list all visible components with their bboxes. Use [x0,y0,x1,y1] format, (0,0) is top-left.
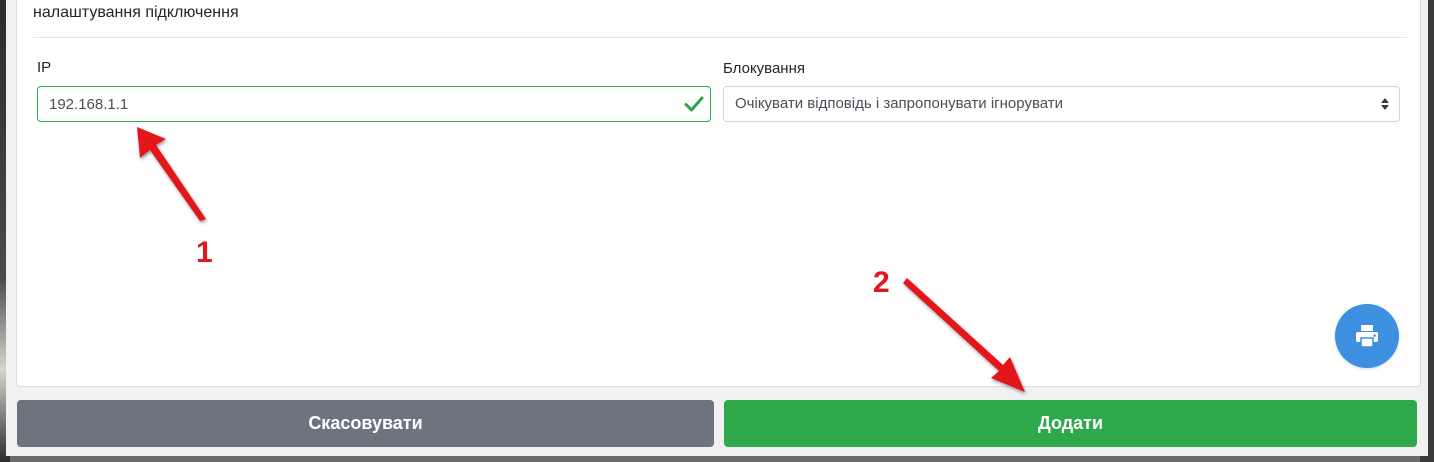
select-caret-icon [1381,98,1389,110]
cancel-button[interactable]: Скасовувати [17,400,714,447]
blocking-select[interactable]: Очікувати відповідь і запропонувати ігно… [723,86,1400,122]
ip-label: IP [37,59,52,76]
printer-icon [1356,325,1378,348]
add-button[interactable]: Додати [724,400,1417,447]
blocking-select-value: Очікувати відповідь і запропонувати ігно… [735,95,1064,112]
panel-title: налаштування підключення [33,4,239,21]
modal-dialog: налаштування підключення IP Блокування О… [6,0,1428,456]
blocking-label: Блокування [723,60,806,77]
title-divider [33,37,1407,38]
connection-settings-panel: налаштування підключення IP Блокування О… [16,0,1421,387]
print-button[interactable] [1335,304,1399,368]
check-icon [684,96,704,112]
ip-input[interactable] [37,86,711,122]
